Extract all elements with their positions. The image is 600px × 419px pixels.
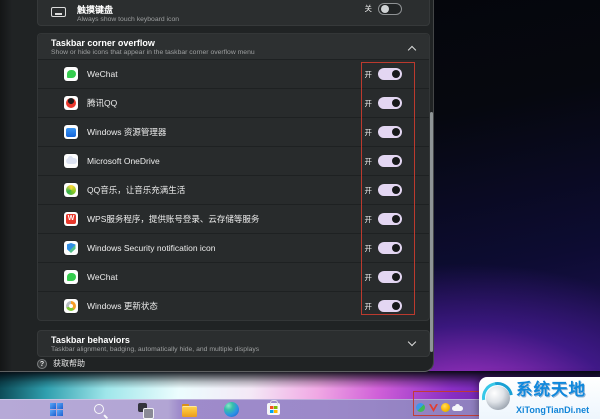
qq-music-icon <box>64 183 78 197</box>
overflow-row-onedrive: Microsoft OneDrive 开 <box>38 146 429 175</box>
wechat-toggle[interactable] <box>378 68 402 80</box>
qq-toggle[interactable] <box>378 97 402 109</box>
overflow-item-label: Windows 资源管理器 <box>87 127 167 137</box>
task-view-icon[interactable] <box>137 402 154 419</box>
overflow-row-wps: WPS服务程序，提供账号登录、云存储等服务 开 <box>38 204 429 233</box>
touch-keyboard-row: 触摸键盘 Always show touch keyboard icon 关 <box>37 0 430 26</box>
toggle-state-label: 开 <box>364 127 373 137</box>
overflow-item-label: 腾讯QQ <box>87 98 118 108</box>
overflow-row-winsec: Windows Security notification icon 开 <box>38 233 429 262</box>
overflow-section-subtitle: Show or hide icons that appear in the ta… <box>51 49 255 56</box>
settings-window: 触摸键盘 Always show touch keyboard icon 关 T… <box>0 0 434 372</box>
watermark: 系统天地 XiTongTianDi.net <box>479 377 600 419</box>
overflow-item-label: WeChat <box>87 272 118 282</box>
start-button-icon[interactable] <box>50 402 66 418</box>
microsoft-store-icon[interactable] <box>267 399 280 415</box>
overflow-item-label: QQ音乐，让音乐充满生活 <box>87 185 186 195</box>
toggle-state-label: 开 <box>364 214 373 224</box>
watermark-title: 系统天地 <box>516 381 586 399</box>
help-label: 获取帮助 <box>53 359 85 368</box>
watermark-site: XiTongTianDi.net <box>516 405 590 415</box>
toggle-state-label: 开 <box>364 98 373 108</box>
overflow-row-winupdate: Windows 更新状态 开 <box>38 291 429 320</box>
taskbar-corner-overflow-card: Taskbar corner overflow Show or hide ico… <box>37 33 430 321</box>
overflow-item-label: WeChat <box>87 69 118 79</box>
toggle-state-label: 开 <box>364 156 373 166</box>
tray-qq-music-icon[interactable] <box>441 403 450 412</box>
overflow-row-wechat-2: WeChat 开 <box>38 262 429 291</box>
tray-onedrive-icon[interactable] <box>452 403 463 411</box>
behaviors-title: Taskbar behaviors <box>51 335 130 345</box>
watermark-logo-icon <box>482 382 513 413</box>
winupdate-toggle[interactable] <box>378 300 402 312</box>
help-icon: ? <box>37 358 47 369</box>
wechat-2-toggle[interactable] <box>378 271 402 283</box>
toggle-state-label: 开 <box>364 185 373 195</box>
nav-pane-shadow <box>0 0 12 371</box>
touch-keyboard-title: 触摸键盘 <box>77 5 114 15</box>
file-explorer-icon <box>64 125 78 139</box>
overflow-item-label: Microsoft OneDrive <box>87 156 160 166</box>
behaviors-subtitle: Taskbar alignment, badging, automaticall… <box>51 346 260 353</box>
onedrive-icon <box>64 154 78 168</box>
wps-icon <box>64 212 78 226</box>
toggle-state-label: 开 <box>364 301 373 311</box>
overflow-section-header[interactable]: Taskbar corner overflow Show or hide ico… <box>38 34 429 59</box>
overflow-row-qqmusic: QQ音乐，让音乐充满生活 开 <box>38 175 429 204</box>
tray-windows-security-icon[interactable] <box>416 403 425 412</box>
keyboard-icon <box>51 7 66 17</box>
touch-keyboard-toggle[interactable] <box>378 2 402 15</box>
windows-security-icon <box>64 241 78 255</box>
overflow-item-label: Windows Security notification icon <box>87 243 216 253</box>
toggle-state-label: 开 <box>364 243 373 253</box>
edge-browser-icon[interactable] <box>224 402 239 417</box>
wechat-icon <box>64 270 78 284</box>
winsec-toggle[interactable] <box>378 242 402 254</box>
qqmusic-toggle[interactable] <box>378 184 402 196</box>
toggle-state-label: 关 <box>364 4 373 13</box>
file-explorer-icon[interactable] <box>182 402 198 418</box>
qq-icon <box>64 96 78 110</box>
screenshot-canvas: 触摸键盘 Always show touch keyboard icon 关 T… <box>0 0 600 419</box>
overflow-row-wechat: WeChat 开 <box>38 59 429 88</box>
taskbar-behaviors-card[interactable]: Taskbar behaviors Taskbar alignment, bad… <box>37 330 430 357</box>
overflow-section-title: Taskbar corner overflow <box>51 38 155 48</box>
wps-toggle[interactable] <box>378 213 402 225</box>
toggle-state-label: 开 <box>364 69 373 79</box>
touch-keyboard-subtitle: Always show touch keyboard icon <box>77 16 180 23</box>
overflow-row-explorer: Windows 资源管理器 开 <box>38 117 429 146</box>
overflow-item-label: Windows 更新状态 <box>87 301 158 311</box>
get-help-link[interactable]: ? 获取帮助 <box>37 358 85 369</box>
toggle-state-label: 开 <box>364 272 373 282</box>
overflow-row-qq: 腾讯QQ 开 <box>38 88 429 117</box>
explorer-toggle[interactable] <box>378 126 402 138</box>
search-icon[interactable] <box>92 402 108 418</box>
tray-wps-icon[interactable] <box>429 404 438 412</box>
overflow-item-label: WPS服务程序，提供账号登录、云存储等服务 <box>87 214 260 224</box>
scrollbar-thumb[interactable] <box>430 112 433 352</box>
onedrive-toggle[interactable] <box>378 155 402 167</box>
windows-update-icon <box>64 299 78 313</box>
wechat-icon <box>64 67 78 81</box>
